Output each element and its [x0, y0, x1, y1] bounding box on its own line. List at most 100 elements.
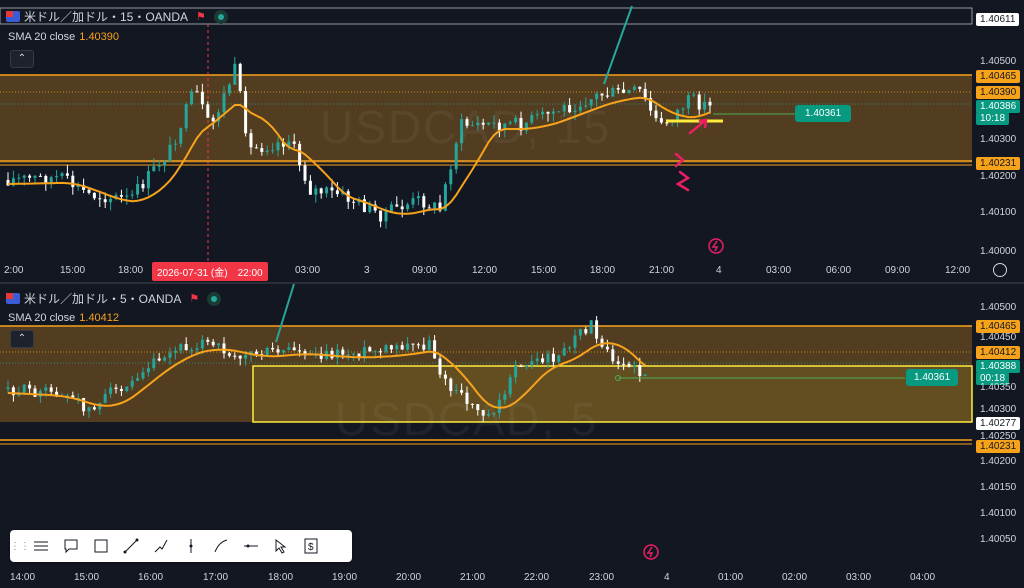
candle-body	[616, 88, 620, 90]
candle-body	[524, 365, 528, 367]
candle-body	[330, 187, 334, 191]
candle-body	[44, 387, 48, 391]
top-watermark: USDCAD, 15	[320, 101, 611, 153]
candle-body	[346, 354, 350, 356]
candle-body	[200, 91, 204, 105]
candle-body	[87, 189, 91, 193]
candle-body	[281, 350, 285, 353]
candle-body	[92, 192, 96, 199]
bottom-symbol[interactable]: 米ドル／加ドル・5・OANDA	[24, 290, 181, 307]
candle-body	[605, 95, 609, 97]
candle-body	[568, 347, 572, 349]
candle-body	[622, 363, 626, 365]
candle-body	[227, 84, 231, 94]
candle-body	[595, 320, 599, 339]
bottom-sma-legend[interactable]: SMA 20 close 1.40412	[8, 312, 119, 324]
drawing-toolbar[interactable]: ⋮⋮ $	[10, 530, 352, 562]
candle-body	[551, 353, 555, 362]
candle-body	[449, 378, 453, 392]
cursor-icon[interactable]	[266, 531, 296, 561]
candle-body	[638, 86, 642, 89]
candle-body	[163, 357, 167, 361]
vertical-line-icon[interactable]	[176, 531, 206, 561]
candle-body	[195, 91, 199, 93]
candle-body	[141, 184, 145, 189]
candle-body	[17, 177, 21, 179]
candle-body	[368, 204, 372, 213]
top-collapse-button[interactable]: ⌃	[10, 50, 34, 68]
top-callout-label[interactable]: 1.40361	[795, 105, 852, 122]
top-chart-pane[interactable]: USDCAD, 15 米ドル／加ドル・15・OANDA ⚑ SMA 20 clo…	[0, 0, 1024, 282]
top-symbol[interactable]: 米ドル／加ドル・15・OANDA	[24, 8, 188, 25]
candle-body	[686, 95, 690, 109]
comment-icon[interactable]	[56, 531, 86, 561]
flag-icon[interactable]: ⚑	[189, 292, 199, 305]
us-flag-icon	[6, 293, 20, 304]
candle-body	[411, 198, 415, 205]
candle-body	[163, 161, 167, 166]
candle-body	[38, 175, 42, 177]
candle-body	[433, 202, 437, 209]
candle-body	[546, 353, 550, 363]
candle-body	[206, 339, 210, 342]
crosshair-time-label: 2026-07-31 (金) 22:00	[152, 262, 268, 281]
us-flag-icon	[6, 11, 20, 22]
market-status-icon	[213, 9, 228, 24]
candle-body	[303, 165, 307, 181]
rectangle-icon[interactable]	[86, 531, 116, 561]
candle-body	[152, 166, 156, 172]
flag-icon[interactable]: ⚑	[196, 10, 206, 23]
horizontal-ray-icon[interactable]	[236, 531, 266, 561]
candle-body	[238, 63, 242, 91]
candle-body	[292, 347, 296, 351]
candle-body	[141, 372, 145, 379]
settings-gear-icon[interactable]	[993, 263, 1007, 277]
candle-body	[233, 355, 237, 357]
candle-body	[632, 86, 636, 91]
candle-body	[416, 344, 420, 346]
candle-body	[395, 204, 399, 207]
candle-body	[557, 355, 561, 362]
path-icon[interactable]	[146, 531, 176, 561]
candle-body	[206, 104, 210, 118]
candle-body	[265, 347, 269, 356]
candle-body	[611, 88, 615, 97]
candle-body	[265, 150, 269, 152]
candle-body	[595, 93, 599, 100]
candle-body	[217, 343, 221, 346]
candle-body	[49, 387, 53, 392]
candle-body	[92, 407, 96, 410]
bottom-watermark: USDCAD, 5	[335, 393, 599, 445]
candle-body	[379, 210, 383, 222]
candle-body	[384, 211, 388, 222]
bottom-callout-label[interactable]: 1.40361	[906, 369, 959, 386]
trendline-icon[interactable]	[116, 531, 146, 561]
candle-body	[406, 204, 410, 210]
lines-icon[interactable]	[26, 531, 56, 561]
candle-body	[562, 348, 566, 356]
candle-body	[136, 184, 140, 195]
drag-handle-icon[interactable]: ⋮⋮	[10, 541, 30, 552]
brush-icon[interactable]	[206, 531, 236, 561]
candle-body	[395, 345, 399, 350]
candle-body	[697, 94, 701, 110]
top-price-1: 1.40611	[976, 13, 1020, 26]
price-label-icon[interactable]: $	[296, 531, 326, 561]
candle-body	[454, 390, 458, 392]
candle-body	[211, 341, 215, 346]
candle-body	[109, 198, 113, 203]
candle-body	[190, 91, 194, 105]
candle-body	[573, 335, 577, 348]
candle-body	[611, 349, 615, 362]
candle-body	[260, 148, 264, 152]
candle-body	[184, 344, 188, 351]
candle-body	[627, 363, 631, 367]
bottom-collapse-button[interactable]: ⌃	[10, 330, 34, 348]
candle-body	[362, 347, 366, 358]
top-sma-legend[interactable]: SMA 20 close 1.40390	[8, 31, 119, 43]
candle-body	[341, 349, 345, 355]
candle-body	[632, 364, 636, 367]
candle-body	[427, 207, 431, 209]
candle-body	[211, 117, 215, 122]
candle-body	[87, 407, 91, 412]
